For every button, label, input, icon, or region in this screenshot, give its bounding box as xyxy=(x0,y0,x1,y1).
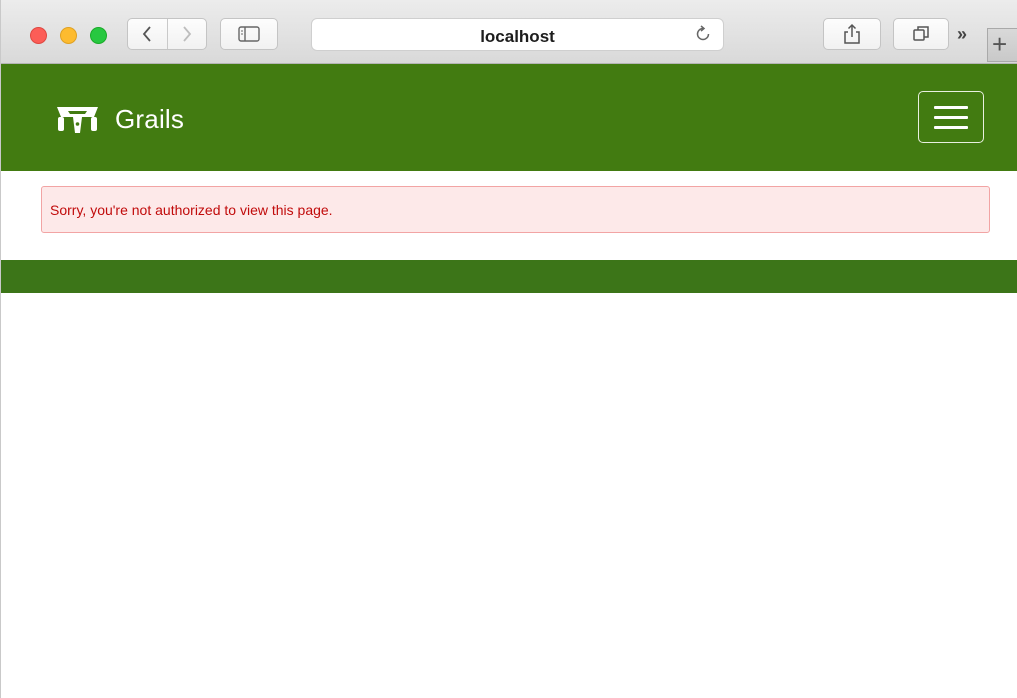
browser-toolbar: localhost » + xyxy=(1,0,1017,64)
share-icon xyxy=(844,23,860,44)
history-nav-group xyxy=(127,18,207,50)
forward-button[interactable] xyxy=(168,19,207,49)
brand-link[interactable]: Grails xyxy=(54,103,184,135)
sidebar-button[interactable] xyxy=(220,18,278,50)
plus-icon: + xyxy=(992,29,1008,59)
footer-bar xyxy=(1,260,1017,293)
tabs-overview-button[interactable] xyxy=(893,18,949,50)
back-button[interactable] xyxy=(128,19,168,49)
error-alert: Sorry, you're not authorized to view thi… xyxy=(41,186,990,233)
close-window-button[interactable] xyxy=(30,27,47,44)
site-navbar: Grails xyxy=(1,64,1017,171)
reload-icon xyxy=(696,25,710,41)
error-message: Sorry, you're not authorized to view thi… xyxy=(50,202,333,218)
reload-button[interactable] xyxy=(692,23,714,45)
chevron-right-icon xyxy=(183,26,191,42)
browser-window: localhost » + Grails Sorry, you're not a… xyxy=(0,0,1017,698)
tabs-overview-icon xyxy=(913,26,929,41)
share-button[interactable] xyxy=(823,18,881,50)
address-bar[interactable]: localhost xyxy=(311,18,724,51)
zoom-window-button[interactable] xyxy=(90,27,107,44)
new-tab-button[interactable]: + xyxy=(987,28,1017,62)
address-text: localhost xyxy=(480,27,555,46)
hamburger-icon-bar xyxy=(934,125,968,129)
hamburger-icon-bar xyxy=(934,115,968,119)
grails-logo-icon xyxy=(57,107,98,133)
navbar-toggle-button[interactable] xyxy=(918,91,984,143)
double-chevron-icon[interactable]: » xyxy=(957,24,967,45)
brand-name: Grails xyxy=(115,103,185,134)
sidebar-icon xyxy=(238,26,260,42)
minimize-window-button[interactable] xyxy=(60,27,77,44)
chevron-left-icon xyxy=(143,26,151,42)
hamburger-icon xyxy=(934,105,968,109)
